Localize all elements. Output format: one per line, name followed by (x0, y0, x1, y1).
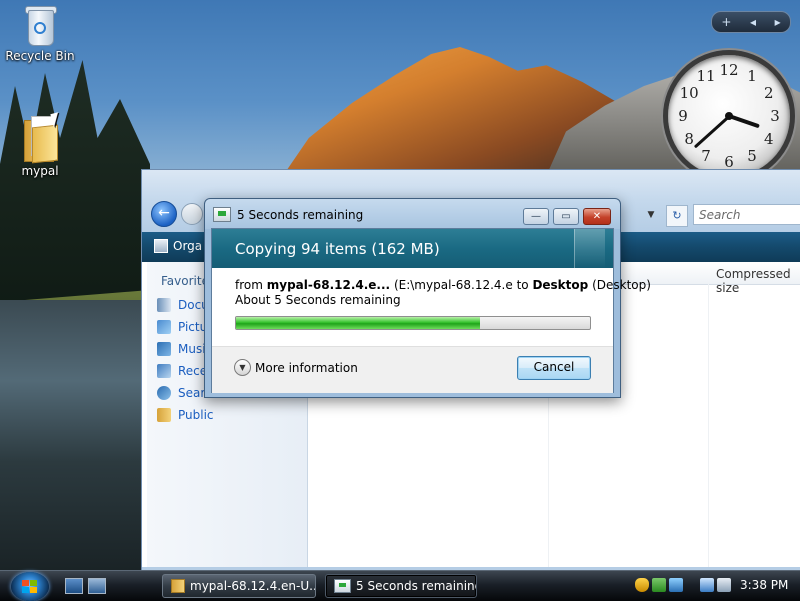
dialog-footer: ▼ More information Cancel (212, 346, 613, 393)
music-icon (157, 342, 171, 356)
search-icon (157, 386, 171, 400)
clock-number: 11 (696, 67, 716, 86)
source-path: (E:\mypal-68.12.4.e (393, 278, 513, 292)
chevron-down-icon: ▼ (234, 359, 251, 376)
dialog-title-text: 5 Seconds remaining (237, 207, 364, 222)
nav-item-documents[interactable]: Docu (157, 298, 209, 312)
clock-hour-hand (728, 114, 760, 129)
progress-bar (235, 316, 591, 330)
source-name[interactable]: mypal-68.12.4.e... (267, 278, 390, 292)
add-gadget-button[interactable]: + (721, 15, 731, 29)
dialog-header: Copying 94 items (162 MB) (212, 229, 613, 268)
sidebar-controls: + ◂ ▸ (711, 11, 791, 33)
close-button[interactable]: ✕ (583, 208, 611, 225)
dialog-title: 5 Seconds remaining (213, 207, 363, 222)
clock-number: 2 (764, 84, 774, 102)
copy-source-line: from mypal-68.12.4.e... (E:\mypal-68.12.… (235, 278, 651, 292)
search-input[interactable]: Search (693, 204, 800, 225)
column-divider (708, 284, 709, 570)
destination-path: (Desktop) (592, 278, 651, 292)
recent-icon (157, 364, 171, 378)
documents-icon (157, 298, 171, 312)
security-shield-icon[interactable] (635, 578, 649, 592)
nav-item-recent[interactable]: Rece (157, 364, 207, 378)
nav-item-label: Public (178, 408, 214, 422)
clock-number: 1 (747, 67, 757, 86)
nav-item-label: Rece (178, 364, 208, 378)
clock-center (725, 112, 733, 120)
organize-label: Orga (173, 239, 203, 253)
back-button[interactable]: ← (151, 201, 177, 227)
copy-icon (213, 207, 231, 222)
clock-number: 12 (719, 61, 739, 79)
nav-item-public[interactable]: Public (157, 408, 214, 422)
chevron-down-icon: ▼ (647, 210, 655, 220)
clock-minute-hand (693, 114, 731, 148)
taskbar-button-explorer[interactable]: mypal-68.12.4.en-U... (162, 574, 316, 598)
taskbar-clock[interactable]: 3:38 PM (740, 578, 788, 592)
network-icon[interactable] (652, 578, 666, 592)
clock-number: 7 (701, 146, 711, 165)
desktop: Recycle Bin mypal + ◂ ▸ 12 1 2 3 4 5 6 7 8 9 10 11 … (0, 0, 800, 570)
from-prefix: from (235, 278, 263, 292)
pictures-icon (157, 320, 171, 334)
dialog-body: Copying 94 items (162 MB) from mypal-68.… (211, 228, 651, 393)
nav-item-music[interactable]: Musi (157, 342, 206, 356)
to-word: to (516, 278, 529, 292)
refresh-button[interactable]: ↻ (666, 205, 688, 227)
start-button[interactable] (11, 572, 49, 601)
windows-logo-icon (22, 580, 38, 593)
nav-item-pictures[interactable]: Pictu (157, 320, 207, 334)
volume-muted-icon[interactable] (717, 578, 731, 592)
clock-number: 5 (747, 146, 757, 165)
copy-progress-dialog: 5 Seconds remaining — ▭ ✕ Copying 94 ite… (204, 198, 651, 398)
organize-icon (154, 239, 168, 253)
desktop-icon-mypal[interactable]: mypal (2, 116, 78, 178)
previous-page-button[interactable]: ◂ (750, 15, 756, 29)
copy-heading: Copying 94 items (162 MB) (235, 240, 440, 258)
clock-number: 10 (679, 84, 699, 102)
folder-icon (157, 408, 171, 422)
organize-button[interactable]: Orga (154, 239, 202, 253)
arrow-left-icon: ← (158, 205, 170, 221)
address-dropdown-button[interactable]: ▼ (642, 205, 660, 225)
windows-update-icon[interactable] (669, 578, 683, 592)
taskbar-button-label: 5 Seconds remaining (356, 578, 477, 593)
taskbar-button-label: mypal-68.12.4.en-U... (190, 578, 316, 593)
recycle-bin-icon (23, 4, 57, 46)
taskbar-button-copy[interactable]: 5 Seconds remaining (325, 574, 477, 598)
clock-gadget[interactable]: 12 1 2 3 4 5 6 7 8 9 10 11 (663, 50, 795, 182)
header-decoration (574, 229, 605, 268)
more-information-label: More information (255, 360, 358, 375)
desktop-icon-label: Recycle Bin (5, 49, 75, 63)
taskbar: mypal-68.12.4.en-U... 5 Seconds remainin… (0, 570, 800, 601)
show-desktop-icon[interactable] (65, 578, 83, 594)
wallpaper-lake (0, 300, 150, 570)
nav-item-label: Musi (178, 342, 206, 356)
wallpaper-trees (0, 60, 150, 320)
forward-button[interactable] (181, 203, 203, 225)
clock-number: 8 (684, 130, 694, 148)
switch-windows-icon[interactable] (88, 578, 106, 594)
folder-icon (171, 579, 185, 593)
nav-item-label: Pictu (178, 320, 208, 334)
cancel-button[interactable]: Cancel (517, 356, 591, 380)
clock-number: 4 (764, 130, 774, 148)
desktop-icon-label: mypal (21, 164, 59, 178)
more-information-toggle[interactable]: ▼ More information (234, 359, 358, 376)
time-remaining: About 5 Seconds remaining (235, 293, 401, 307)
clock-number: 3 (770, 107, 780, 125)
minimize-button[interactable]: — (523, 208, 549, 225)
restore-button[interactable]: ▭ (553, 208, 579, 225)
column-header-compressed-size[interactable]: Compressed size (716, 267, 800, 295)
favorites-header: Favorite (161, 274, 209, 288)
clock-number: 9 (678, 107, 688, 125)
copy-icon (334, 579, 351, 593)
refresh-icon: ↻ (672, 209, 682, 222)
progress-fill (236, 317, 481, 329)
destination-name[interactable]: Desktop (532, 278, 588, 292)
monitor-icon[interactable] (700, 578, 714, 592)
next-page-button[interactable]: ▸ (775, 15, 781, 29)
desktop-icon-recycle-bin[interactable]: Recycle Bin (2, 4, 78, 63)
